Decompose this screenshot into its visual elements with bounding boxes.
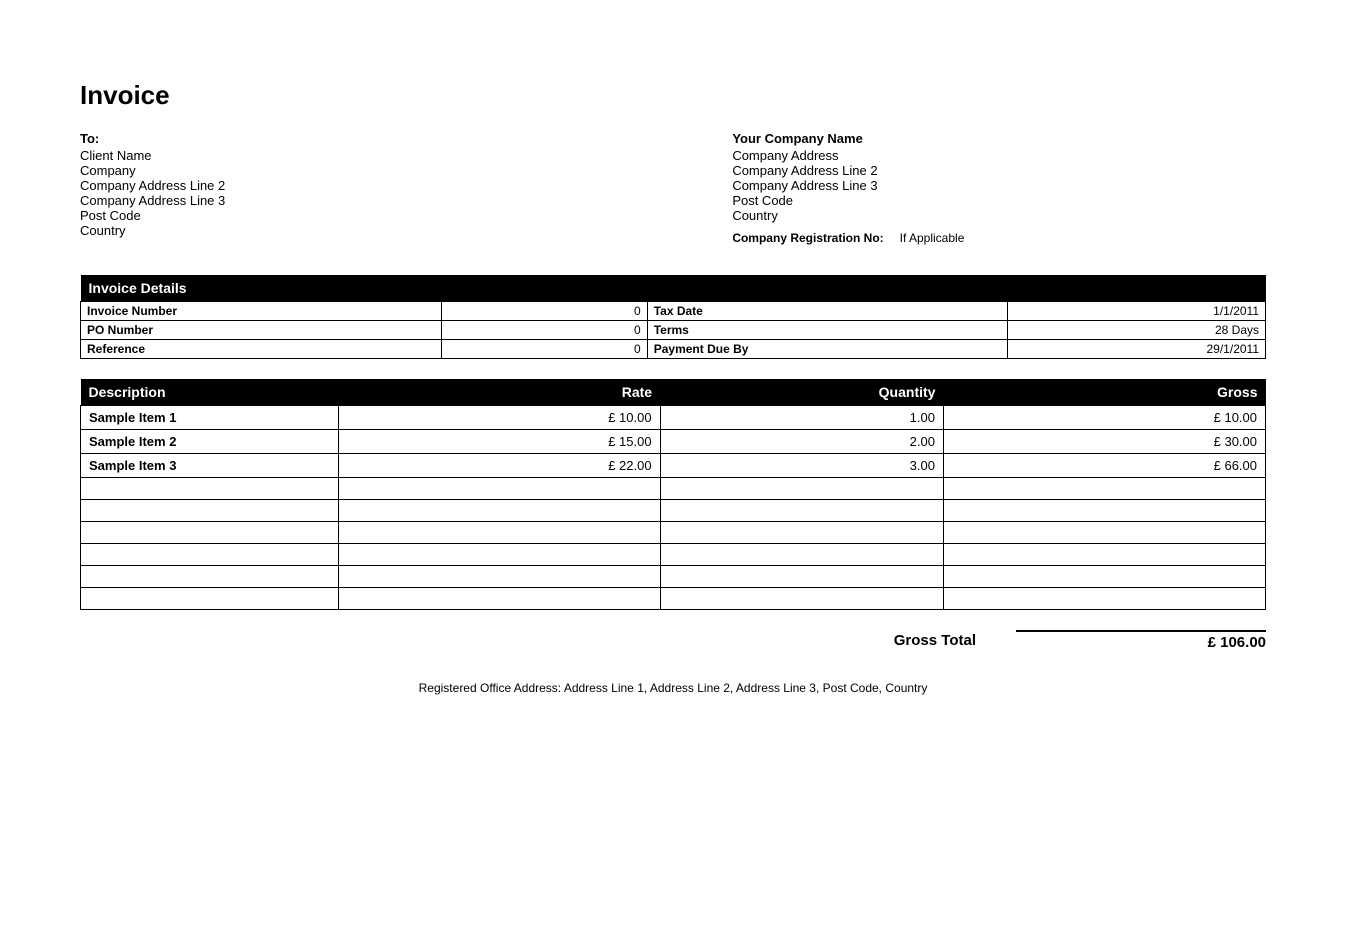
item-rate-2: £ 15.00 <box>338 430 660 454</box>
item-gross-3: £ 66.00 <box>943 454 1265 478</box>
client-company: Company <box>80 163 614 178</box>
company-block: Your Company Name Company Address Compan… <box>732 131 1266 245</box>
client-country: Country <box>80 223 614 238</box>
invoice-details-table: Invoice Details Invoice Number 0 Tax Dat… <box>80 275 1266 359</box>
company-country: Country <box>732 208 1266 223</box>
empty-gross-1 <box>943 478 1265 500</box>
item-qty-1: 1.00 <box>660 406 943 430</box>
item-desc-2: Sample Item 2 <box>81 430 339 454</box>
gross-total-label: Gross Total <box>894 632 976 649</box>
empty-row-6 <box>81 588 1266 610</box>
item-row-3: Sample Item 3 £ 22.00 3.00 £ 66.00 <box>81 454 1266 478</box>
empty-row-2 <box>81 500 1266 522</box>
gross-total-value: £ 106.00 <box>1016 630 1266 651</box>
header-section: To: Client Name Company Company Address … <box>80 131 1266 245</box>
empty-qty-1 <box>660 478 943 500</box>
details-value-1: 0 <box>441 302 647 321</box>
col-gross: Gross <box>943 379 1265 406</box>
company-address: Company Address <box>732 148 1266 163</box>
gross-total-section: Gross Total £ 106.00 <box>80 630 1266 651</box>
items-table: Description Rate Quantity Gross Sample I… <box>80 379 1266 610</box>
item-row-1: Sample Item 1 £ 10.00 1.00 £ 10.00 <box>81 406 1266 430</box>
details-label-3: Reference <box>81 340 442 359</box>
details-right-label-3: Payment Due By <box>647 340 1008 359</box>
details-row-3: Reference 0 Payment Due By 29/1/2011 <box>81 340 1266 359</box>
footer: Registered Office Address: Address Line … <box>80 681 1266 695</box>
col-quantity: Quantity <box>660 379 943 406</box>
item-qty-3: 3.00 <box>660 454 943 478</box>
details-label-2: PO Number <box>81 321 442 340</box>
details-label-1: Invoice Number <box>81 302 442 321</box>
col-description: Description <box>81 379 339 406</box>
empty-desc-1 <box>81 478 339 500</box>
details-right-value-2: 28 Days <box>1008 321 1266 340</box>
item-row-2: Sample Item 2 £ 15.00 2.00 £ 30.00 <box>81 430 1266 454</box>
reg-line: Company Registration No: If Applicable <box>732 231 1266 245</box>
item-desc-1: Sample Item 1 <box>81 406 339 430</box>
details-right-label-1: Tax Date <box>647 302 1008 321</box>
client-name: Client Name <box>80 148 614 163</box>
empty-row-1 <box>81 478 1266 500</box>
empty-row-3 <box>81 522 1266 544</box>
to-label: To: <box>80 131 614 146</box>
invoice-details-header: Invoice Details <box>81 275 1266 302</box>
item-gross-2: £ 30.00 <box>943 430 1265 454</box>
item-rate-3: £ 22.00 <box>338 454 660 478</box>
reg-value: If Applicable <box>900 231 965 245</box>
details-value-2: 0 <box>441 321 647 340</box>
reg-label: Company Registration No: <box>732 231 883 245</box>
empty-row-5 <box>81 566 1266 588</box>
company-name: Your Company Name <box>732 131 1266 146</box>
client-address-line2: Company Address Line 2 <box>80 178 614 193</box>
details-right-label-2: Terms <box>647 321 1008 340</box>
details-row-2: PO Number 0 Terms 28 Days <box>81 321 1266 340</box>
to-block: To: Client Name Company Company Address … <box>80 131 614 245</box>
item-qty-2: 2.00 <box>660 430 943 454</box>
empty-rate-1 <box>338 478 660 500</box>
invoice-title: Invoice <box>80 80 1266 111</box>
item-gross-1: £ 10.00 <box>943 406 1265 430</box>
invoice-page: Invoice To: Client Name Company Company … <box>0 0 1346 951</box>
client-address-line3: Company Address Line 3 <box>80 193 614 208</box>
details-right-value-1: 1/1/2011 <box>1008 302 1266 321</box>
company-address-line3: Company Address Line 3 <box>732 178 1266 193</box>
details-right-value-3: 29/1/2011 <box>1008 340 1266 359</box>
details-row-1: Invoice Number 0 Tax Date 1/1/2011 <box>81 302 1266 321</box>
company-post-code: Post Code <box>732 193 1266 208</box>
empty-row-4 <box>81 544 1266 566</box>
details-value-3: 0 <box>441 340 647 359</box>
company-address-line2: Company Address Line 2 <box>732 163 1266 178</box>
client-post-code: Post Code <box>80 208 614 223</box>
col-rate: Rate <box>338 379 660 406</box>
item-rate-1: £ 10.00 <box>338 406 660 430</box>
item-desc-3: Sample Item 3 <box>81 454 339 478</box>
